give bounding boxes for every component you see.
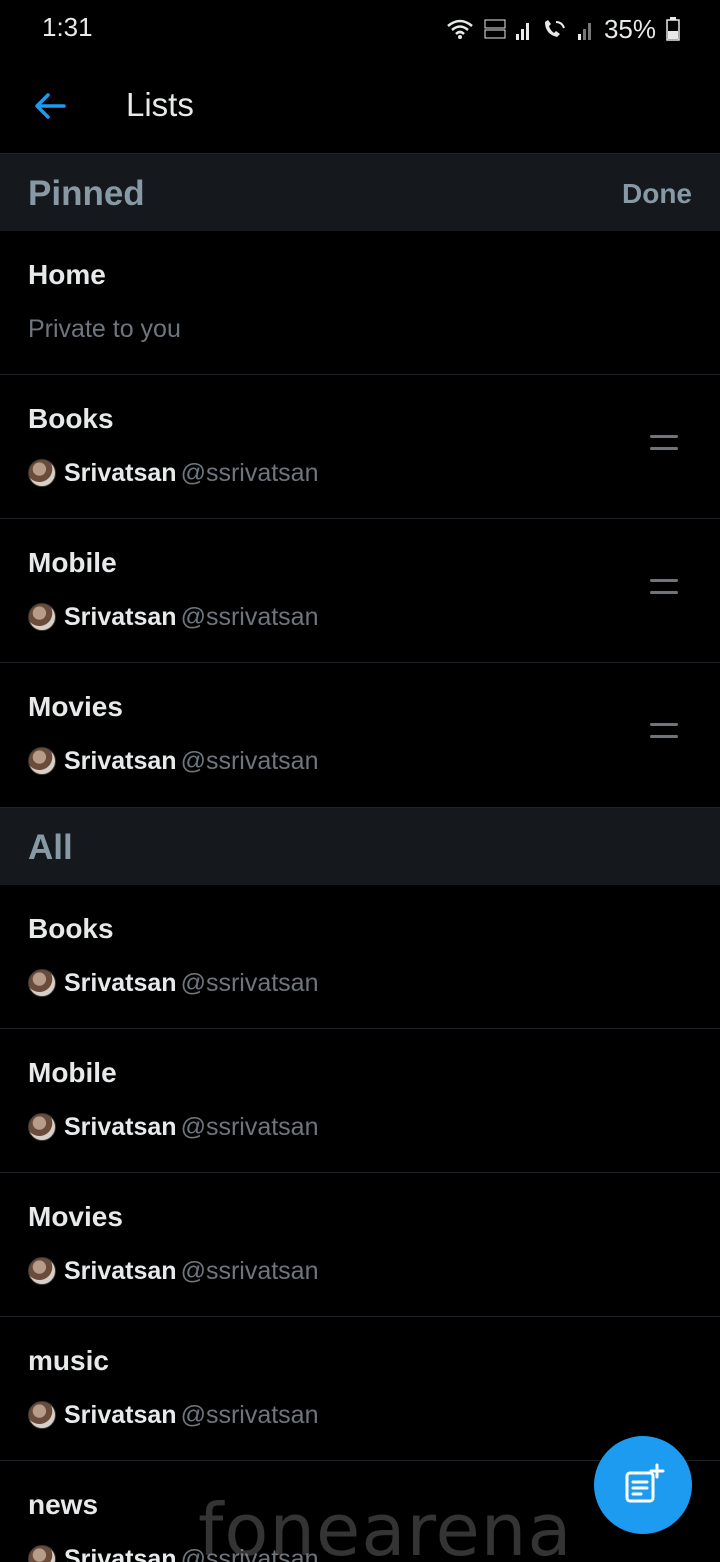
avatar [28, 603, 56, 631]
pinned-list-item-movies[interactable]: Movies Srivatsan @ssrivatsan [0, 663, 720, 807]
list-owner: Srivatsan @ssrivatsan [28, 745, 318, 777]
drag-handle-icon[interactable] [650, 433, 680, 455]
avatar [28, 1401, 56, 1429]
list-item-movies[interactable]: Movies Srivatsan @ssrivatsan [0, 1173, 720, 1317]
list-name: Movies [28, 691, 123, 722]
battery-percent: 35% [603, 13, 656, 44]
arrow-left-icon [35, 93, 66, 119]
signal-icon [577, 23, 591, 40]
list-owner: Srivatsan @ssrivatsan [28, 1399, 318, 1431]
status-bar: 1:31 35% [0, 0, 720, 58]
lists-screen: 1:31 35% Lists Pinned Done Home Private … [0, 0, 720, 1562]
avatar [28, 747, 56, 775]
owner-name: Srivatsan [64, 1112, 177, 1141]
owner-name: Srivatsan [64, 968, 177, 997]
battery-icon [666, 17, 680, 41]
new-list-icon [625, 1463, 665, 1503]
app-bar: Lists [0, 58, 720, 152]
avatar [28, 1545, 56, 1562]
list-privacy: Private to you [28, 315, 181, 343]
list-owner: Srivatsan @ssrivatsan [28, 457, 318, 489]
wifi-icon [447, 19, 473, 39]
drag-handle-icon[interactable] [650, 577, 680, 599]
owner-handle: @ssrivatsan [180, 602, 319, 631]
owner-name: Srivatsan [64, 458, 177, 487]
list-item-mobile[interactable]: Mobile Srivatsan @ssrivatsan [0, 1029, 720, 1173]
avatar [28, 459, 56, 487]
done-button[interactable]: Done [622, 178, 692, 210]
status-time: 1:31 [42, 12, 93, 42]
owner-handle: @ssrivatsan [180, 1400, 319, 1429]
all-section-title: All [28, 828, 73, 867]
pinned-list-item-home[interactable]: Home Private to you [0, 231, 720, 375]
owner-name: Srivatsan [64, 602, 177, 631]
owner-name: Srivatsan [64, 1544, 177, 1562]
list-name: news [28, 1489, 99, 1520]
owner-name: Srivatsan [64, 746, 177, 775]
all-section-header: All [0, 807, 720, 885]
list-name: Home [28, 259, 106, 290]
owner-handle: @ssrivatsan [180, 458, 319, 487]
list-owner: Srivatsan @ssrivatsan [28, 967, 318, 999]
pinned-section-header: Pinned Done [0, 153, 720, 231]
list-name: Movies [28, 1201, 123, 1232]
avatar [28, 1257, 56, 1285]
create-list-button[interactable] [594, 1436, 692, 1534]
volte-icon [484, 19, 506, 39]
back-button[interactable] [22, 78, 78, 134]
owner-name: Srivatsan [64, 1400, 177, 1429]
owner-handle: @ssrivatsan [180, 1112, 319, 1141]
list-name: Mobile [28, 547, 117, 578]
list-item-music[interactable]: music Srivatsan @ssrivatsan [0, 1317, 720, 1461]
owner-name: Srivatsan [64, 1256, 177, 1285]
pinned-list-item-books[interactable]: Books Srivatsan @ssrivatsan [0, 375, 720, 519]
page-title: Lists [126, 86, 194, 123]
owner-handle: @ssrivatsan [180, 968, 319, 997]
signal-icon [515, 23, 529, 40]
wifi-calling-icon [544, 20, 565, 37]
list-name: Mobile [28, 1057, 117, 1088]
watermark: fonearena [198, 1488, 573, 1562]
pinned-section-title: Pinned [28, 174, 145, 213]
status-icons: 35% [446, 12, 680, 46]
list-owner: Srivatsan @ssrivatsan [28, 601, 318, 633]
avatar [28, 969, 56, 997]
list-owner: Srivatsan @ssrivatsan [28, 1111, 318, 1143]
pinned-list-item-mobile[interactable]: Mobile Srivatsan @ssrivatsan [0, 519, 720, 663]
avatar [28, 1113, 56, 1141]
list-name: Books [28, 403, 114, 434]
drag-handle-icon[interactable] [650, 721, 680, 743]
list-owner: Srivatsan @ssrivatsan [28, 1255, 318, 1287]
list-name: Books [28, 913, 114, 944]
list-item-books[interactable]: Books Srivatsan @ssrivatsan [0, 885, 720, 1029]
owner-handle: @ssrivatsan [180, 746, 319, 775]
owner-handle: @ssrivatsan [180, 1256, 319, 1285]
list-name: music [28, 1345, 109, 1376]
